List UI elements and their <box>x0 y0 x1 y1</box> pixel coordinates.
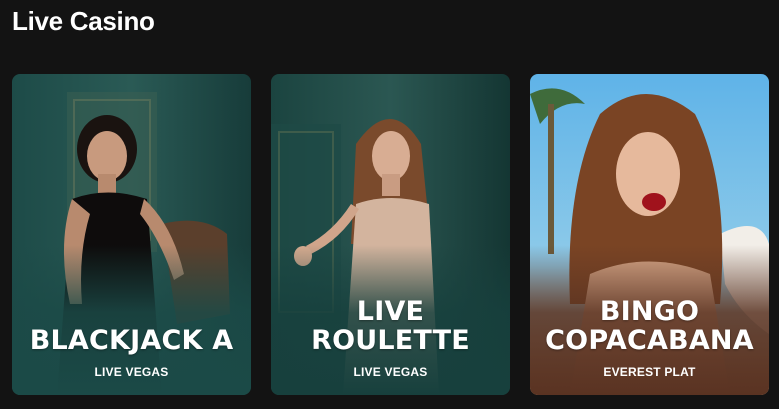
game-title: BINGO COPACABANA <box>545 296 754 356</box>
game-card-bingo-copacabana[interactable]: BINGO COPACABANA EVEREST PLAT <box>530 74 769 395</box>
section-title: Live Casino <box>12 6 155 36</box>
card-caption: BLACKJACK A LIVE VEGAS <box>12 326 251 379</box>
game-provider: EVEREST PLAT <box>603 365 696 379</box>
game-title: LIVE ROULETTE <box>311 296 470 356</box>
game-title: BLACKJACK A <box>29 325 234 356</box>
card-caption: BINGO COPACABANA EVEREST PLAT <box>530 297 769 379</box>
card-caption: LIVE ROULETTE LIVE VEGAS <box>271 297 510 379</box>
game-provider: LIVE VEGAS <box>94 365 169 379</box>
game-card-blackjack-a[interactable]: BLACKJACK A LIVE VEGAS <box>12 74 251 395</box>
game-provider: LIVE VEGAS <box>353 365 428 379</box>
game-card-row: BLACKJACK A LIVE VEGAS LIVE ROULETTE LIV… <box>12 74 769 395</box>
game-card-live-roulette[interactable]: LIVE ROULETTE LIVE VEGAS <box>271 74 510 395</box>
